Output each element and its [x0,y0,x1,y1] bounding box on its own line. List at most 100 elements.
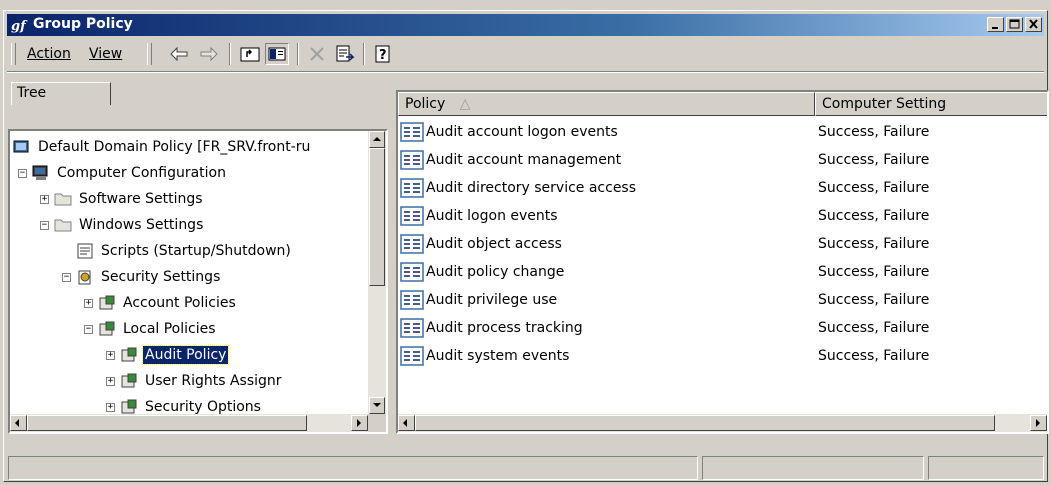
collapse-icon[interactable]: − [62,272,71,282]
tree-vertical-scrollbar[interactable] [368,131,386,414]
tree-item-account-policies[interactable]: + Account Policies [84,291,238,315]
policy-setting: Success, Failure [818,152,930,168]
list-item[interactable]: Audit process tracking Success, Failure [398,314,1047,342]
list-horizontal-scrollbar[interactable] [398,414,1047,432]
scroll-thumb[interactable] [27,415,307,431]
policy-setting: Success, Failure [818,236,930,252]
audit-policy-icon [400,122,424,142]
policy-setting: Success, Failure [818,320,930,336]
close-button[interactable] [1025,17,1042,32]
collapse-icon[interactable]: − [40,220,49,230]
tree-label: Security Settings [101,269,221,285]
audit-policy-icon [400,318,424,338]
scroll-left-button[interactable] [398,415,415,431]
tree-label: Scripts (Startup/Shutdown) [101,243,291,259]
tree-item-computer-configuration[interactable]: − Computer Configuration [18,161,228,185]
tree-item-software-settings[interactable]: + Software Settings [40,187,205,211]
policy-name: Audit privilege use [426,292,558,308]
tree-item-audit-policy[interactable]: + Audit Policy [106,343,230,367]
show-hide-tree-icon [268,47,286,61]
forward-icon[interactable] [197,43,221,65]
scroll-up-button[interactable] [369,131,385,148]
tree-item-user-rights[interactable]: + User Rights Assignr [106,369,284,393]
scroll-right-button[interactable] [351,415,368,431]
tree-label: User Rights Assignr [145,373,282,389]
audit-policy-icon [400,178,424,198]
tree-label: Windows Settings [79,217,204,233]
audit-policy-icon [400,150,424,170]
collapse-icon[interactable]: − [84,324,93,334]
expand-icon[interactable]: + [84,298,93,308]
expand-icon[interactable]: + [106,376,115,386]
audit-policy-icon [400,346,424,366]
column-header-policy[interactable]: Policy △ [398,92,815,116]
column-header-computer-setting[interactable]: Computer Setting [815,92,1047,116]
help-icon[interactable]: ? [371,43,395,65]
tab-tree-label: Tree [17,85,47,101]
list-item[interactable]: Audit object access Success, Failure [398,230,1047,258]
policy-name: Audit account logon events [426,124,618,140]
audit-policy-icon [400,234,424,254]
export-list-icon[interactable] [333,43,357,65]
folder-icon [54,219,72,232]
policy-setting: Success, Failure [818,180,930,196]
policy-name: Audit system events [426,348,570,364]
list-item[interactable]: Audit directory service access Success, F… [398,174,1047,202]
scroll-down-button[interactable] [369,397,385,414]
scroll-right-button[interactable] [1030,415,1047,431]
delete-icon[interactable] [305,43,329,65]
policy-name: Audit logon events [426,208,558,224]
list-item[interactable]: Audit system events Success, Failure [398,342,1047,370]
expand-icon[interactable]: + [40,194,49,204]
menu-view[interactable]: View [89,46,122,62]
menu-toolbar: Action View ? [7,39,1044,69]
list-item[interactable]: Audit privilege use Success, Failure [398,286,1047,314]
scroll-thumb[interactable] [369,148,385,286]
audit-policy-icon [400,206,424,226]
svg-text:?: ? [379,48,387,63]
tree-label: Account Policies [123,295,236,311]
policy-setting: Success, Failure [818,124,930,140]
up-one-level-icon[interactable] [238,43,262,65]
scroll-thumb[interactable] [415,415,995,431]
tab-tree[interactable]: Tree [11,82,111,105]
list-item[interactable]: Audit account logon events Success, Failu… [398,118,1047,146]
list-item[interactable]: Audit logon events Success, Failure [398,202,1047,230]
toolbar-grip[interactable] [147,43,152,65]
back-icon[interactable] [167,43,191,65]
list-item[interactable]: Audit policy change Success, Failure [398,258,1047,286]
tree-item-scripts[interactable]: Scripts (Startup/Shutdown) [75,239,293,263]
tree-horizontal-scrollbar[interactable] [10,414,368,432]
tree-panel[interactable]: Default Domain Policy [FR_SRV.front-ru −… [8,129,388,434]
expand-icon[interactable]: + [106,350,115,360]
policy-name: Audit object access [426,236,562,252]
collapse-icon[interactable]: − [18,168,27,178]
policy-folder-icon [121,373,137,388]
tree-item-root[interactable]: Default Domain Policy [FR_SRV.front-ru [12,135,312,159]
close-icon [1029,19,1038,29]
toolbar-grip[interactable] [11,43,16,65]
minimize-icon [992,27,998,29]
tree-item-windows-settings[interactable]: − Windows Settings [40,213,205,237]
policy-folder-icon [99,295,115,310]
computer-icon [32,165,48,180]
sort-ascending-icon: △ [459,96,471,112]
policy-name: Audit account management [426,152,622,168]
tree-label: Computer Configuration [57,165,226,181]
minimize-button[interactable] [987,17,1004,32]
maximize-icon [1009,19,1020,29]
show-hide-tree-button[interactable] [265,43,289,65]
tree-item-local-policies[interactable]: − Local Policies [84,317,218,341]
window-title: Group Policy [33,16,133,32]
expand-icon[interactable]: + [106,402,115,412]
tree-item-security-settings[interactable]: − Security Settings [62,265,222,289]
maximize-button[interactable] [1006,17,1023,32]
policy-folder-icon [121,347,137,362]
policy-setting: Success, Failure [818,348,930,364]
scroll-left-button[interactable] [10,415,27,431]
list-item[interactable]: Audit account management Success, Failure [398,146,1047,174]
menu-action[interactable]: Action [27,46,71,62]
title-bar[interactable]: gf Group Policy [7,14,1044,36]
tree-label-selected: Audit Policy [141,345,230,365]
policy-list-panel[interactable]: Policy △ Computer Setting Audit account … [396,90,1049,434]
